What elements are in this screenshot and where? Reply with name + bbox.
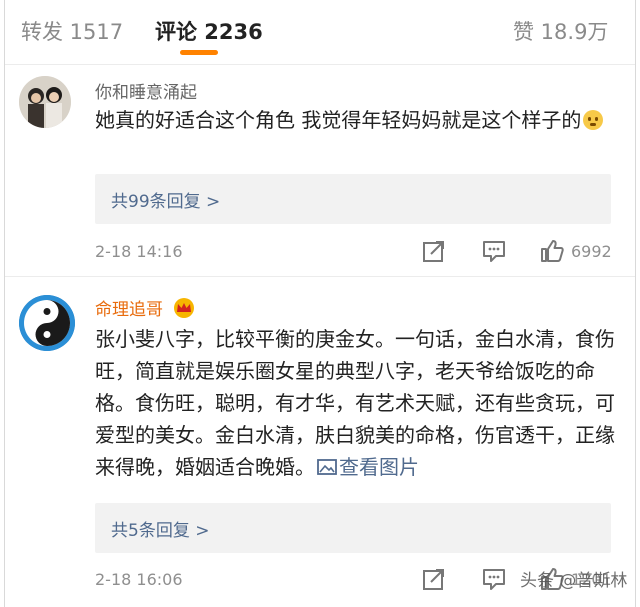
view-image-label: 查看图片 (339, 455, 419, 479)
reply-summary[interactable]: 共99条回复 > (95, 174, 611, 224)
image-icon (317, 459, 337, 475)
tab-likes[interactable]: 赞 18.9万 (513, 16, 608, 46)
tab-comments[interactable]: 评论 2236 (155, 16, 263, 46)
emoji-icon (583, 110, 604, 130)
comments-panel: 转发 1517 评论 2236 赞 18.9万 你和睡意涌起 她真的好适合这个角… (4, 0, 636, 607)
like-icon[interactable] (539, 238, 565, 264)
username[interactable]: 你和睡意涌起 (95, 78, 197, 103)
share-icon[interactable] (421, 566, 447, 592)
reply-count-link[interactable]: 共5条回复 > (111, 516, 209, 541)
tab-bar: 转发 1517 评论 2236 赞 18.9万 (5, 0, 635, 65)
comment-time: 2-18 16:06 (95, 570, 183, 589)
comment-meta: 2-18 14:16 6992 (95, 238, 615, 268)
username[interactable]: 命理追哥 (95, 295, 196, 320)
crown-badge-icon (172, 298, 196, 318)
comment-text-content: 她真的好适合这个角色 我觉得年轻妈妈就是这个样子的 (95, 108, 582, 132)
tab-repost[interactable]: 转发 1517 (21, 16, 123, 46)
divider (5, 276, 635, 277)
username-text: 命理追哥 (95, 300, 163, 320)
comment-text: 张小斐八字，比较平衡的庚金女。一句话，金白水清，食伤旺，简直就是娱乐圈女星的典型… (95, 323, 615, 483)
yin-yang-icon (19, 295, 75, 351)
comment-icon[interactable] (481, 566, 507, 592)
comment-text: 她真的好适合这个角色 我觉得年轻妈妈就是这个样子的 (95, 104, 615, 136)
comment-icon[interactable] (481, 238, 507, 264)
like-count: 6992 (571, 242, 612, 261)
watermark: 头条 @普斯林 (520, 571, 628, 591)
active-tab-indicator (180, 50, 218, 55)
reply-count-link[interactable]: 共99条回复 > (111, 187, 220, 212)
avatar[interactable] (19, 76, 71, 128)
comment-time: 2-18 14:16 (95, 242, 183, 261)
avatar[interactable] (19, 295, 75, 351)
share-icon[interactable] (421, 238, 447, 264)
view-image-link[interactable]: 查看图片 (315, 455, 419, 479)
reply-summary[interactable]: 共5条回复 > (95, 503, 611, 553)
